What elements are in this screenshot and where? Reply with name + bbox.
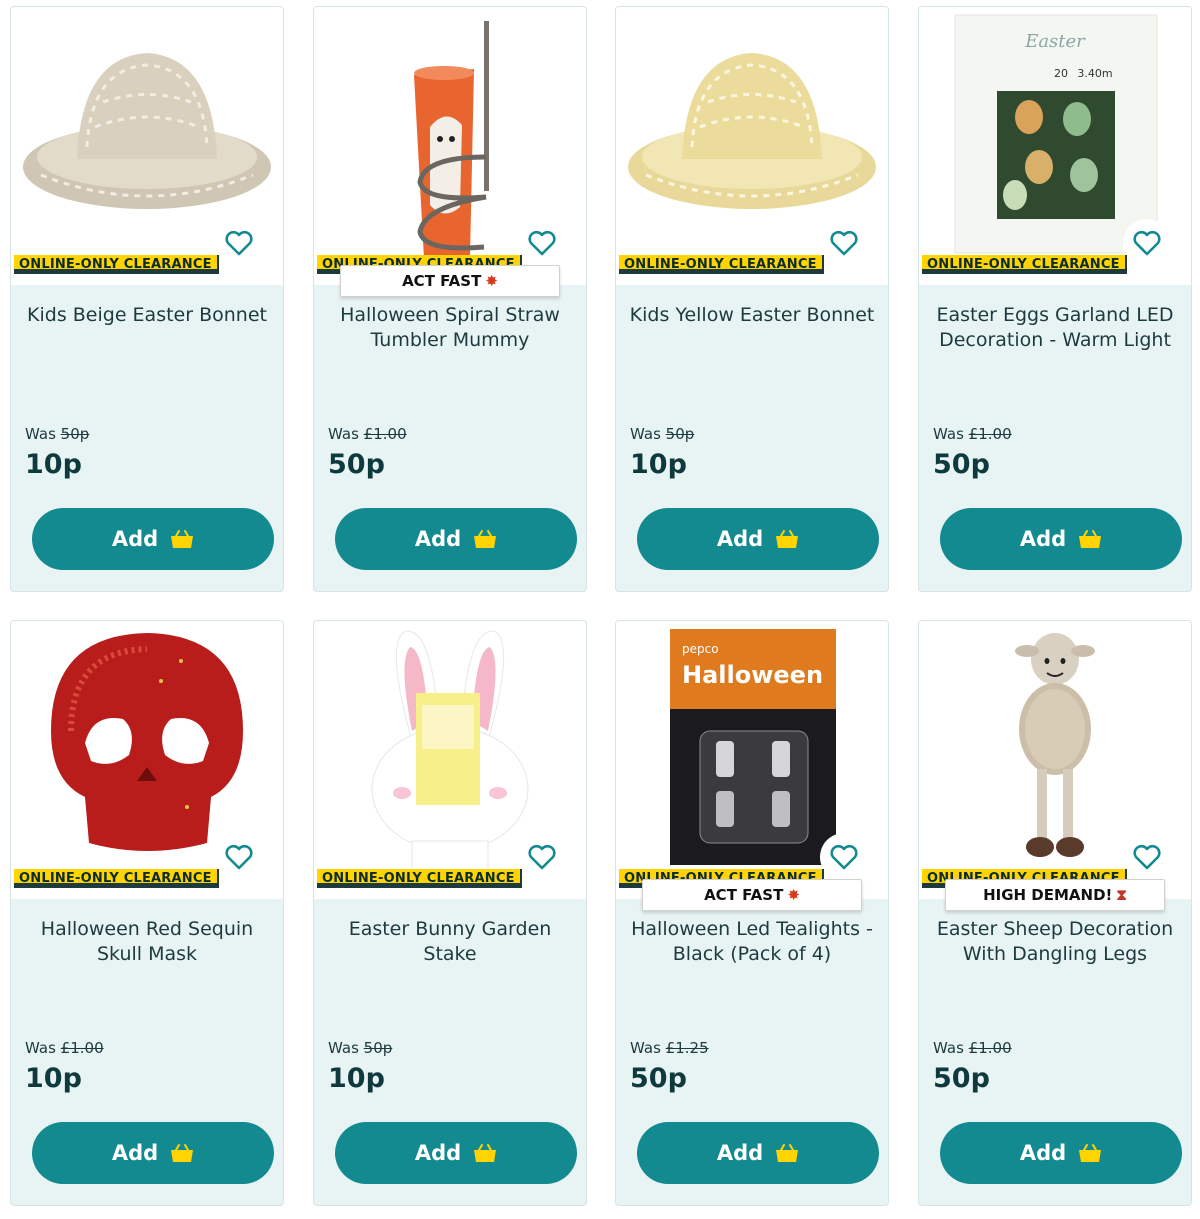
wishlist-heart-icon[interactable] <box>215 219 263 267</box>
add-to-basket-button[interactable]: Add <box>335 1122 577 1184</box>
product-image[interactable]: ONLINE-ONLY CLEARANCE <box>314 7 586 285</box>
product-image[interactable]: ONLINE-ONLY CLEARANCE <box>11 7 283 285</box>
was-price: Was 50p <box>328 1039 393 1057</box>
product-image[interactable]: ONLINE-ONLY CLEARANCE <box>314 621 586 899</box>
add-to-basket-button[interactable]: Add <box>335 508 577 570</box>
product-title[interactable]: Halloween Red Sequin Skull Mask <box>21 917 273 967</box>
basket-icon <box>1079 530 1102 548</box>
add-button-label: Add <box>1019 527 1067 551</box>
was-price: Was 50p <box>630 425 695 443</box>
product-image[interactable]: Easter 20 3.40m ONLINE-ONLY CLEARANCE <box>919 7 1191 285</box>
svg-text:Halloween: Halloween <box>682 661 823 689</box>
add-button-label: Add <box>414 527 462 551</box>
product-card[interactable]: ONLINE-ONLY CLEARANCE Easter Bunny Garde… <box>313 620 587 1206</box>
svg-text:pepco: pepco <box>682 642 719 656</box>
clearance-badge: ONLINE-ONLY CLEARANCE <box>922 255 1127 274</box>
product-card[interactable]: pepco Halloween ONLINE-ONLY CLEARANCE AC… <box>615 620 889 1206</box>
product-title[interactable]: Halloween Led Tealights - Black (Pack of… <box>626 917 878 967</box>
clearance-badge: ONLINE-ONLY CLEARANCE <box>14 255 219 274</box>
wishlist-heart-icon[interactable] <box>820 219 868 267</box>
urgency-tag: ACT FAST ✸ <box>642 879 862 911</box>
add-button-label: Add <box>414 1141 462 1165</box>
was-price: Was 50p <box>25 425 90 443</box>
product-title[interactable]: Easter Sheep Decoration With Dangling Le… <box>929 917 1181 967</box>
explosion-icon: ✸ <box>485 272 498 290</box>
product-card[interactable]: ONLINE-ONLY CLEARANCE HIGH DEMAND!⧗ East… <box>918 620 1192 1206</box>
current-price: 10p <box>25 449 82 480</box>
basket-icon <box>1079 1144 1102 1162</box>
wishlist-heart-icon[interactable] <box>820 833 868 881</box>
beige-bonnet-image <box>23 53 271 209</box>
was-price: Was £1.00 <box>25 1039 104 1057</box>
was-price: Was £1.25 <box>630 1039 709 1057</box>
clearance-badge: ONLINE-ONLY CLEARANCE <box>317 869 522 888</box>
product-image[interactable]: ONLINE-ONLY CLEARANCE <box>11 621 283 899</box>
current-price: 50p <box>328 449 385 480</box>
clearance-badge: ONLINE-ONLY CLEARANCE <box>14 869 219 888</box>
current-price: 10p <box>630 449 687 480</box>
add-to-basket-button[interactable]: Add <box>940 508 1182 570</box>
clearance-badge: ONLINE-ONLY CLEARANCE <box>619 255 824 274</box>
wishlist-heart-icon[interactable] <box>518 219 566 267</box>
basket-icon <box>474 1144 497 1162</box>
add-to-basket-button[interactable]: Add <box>32 1122 274 1184</box>
product-title[interactable]: Halloween Spiral Straw Tumbler Mummy <box>324 303 576 353</box>
product-title[interactable]: Easter Bunny Garden Stake <box>324 917 576 967</box>
product-image[interactable]: ONLINE-ONLY CLEARANCE <box>616 7 888 285</box>
add-button-label: Add <box>716 1141 764 1165</box>
yellow-bonnet-image <box>628 53 876 209</box>
product-grid: ONLINE-ONLY CLEARANCE Kids Beige Easter … <box>0 0 1200 1219</box>
add-button-label: Add <box>111 527 159 551</box>
current-price: 50p <box>933 1063 990 1094</box>
product-card[interactable]: ONLINE-ONLY CLEARANCE ACT FAST✸ Hallowee… <box>313 6 587 592</box>
add-button-label: Add <box>716 527 764 551</box>
urgency-tag: HIGH DEMAND! ⧗ <box>945 879 1165 911</box>
svg-text:3.40m: 3.40m <box>1077 67 1112 80</box>
product-card[interactable]: ONLINE-ONLY CLEARANCE Kids Beige Easter … <box>10 6 284 592</box>
wishlist-heart-icon[interactable] <box>1123 833 1171 881</box>
basket-icon <box>171 530 194 548</box>
add-to-basket-button[interactable]: Add <box>637 1122 879 1184</box>
product-card[interactable]: ONLINE-ONLY CLEARANCE Kids Yellow Easter… <box>615 6 889 592</box>
skull-mask-image <box>51 633 243 851</box>
current-price: 50p <box>933 449 990 480</box>
product-card[interactable]: ONLINE-ONLY CLEARANCE Halloween Red Sequ… <box>10 620 284 1206</box>
product-title[interactable]: Kids Yellow Easter Bonnet <box>626 303 878 328</box>
current-price: 10p <box>328 1063 385 1094</box>
wishlist-heart-icon[interactable] <box>215 833 263 881</box>
wishlist-heart-icon[interactable] <box>518 833 566 881</box>
product-title[interactable]: Kids Beige Easter Bonnet <box>21 303 273 328</box>
explosion-icon: ✸ <box>787 886 800 904</box>
urgency-tag: ACT FAST ✸ <box>340 265 560 297</box>
product-image[interactable]: pepco Halloween ONLINE-ONLY CLEARANCE <box>616 621 888 899</box>
wishlist-heart-icon[interactable] <box>1123 219 1171 267</box>
chart-up-icon: ⧗ <box>1116 886 1127 904</box>
product-card[interactable]: Easter 20 3.40m ONLINE-ONLY CLEARANCE Ea… <box>918 6 1192 592</box>
basket-icon <box>474 530 497 548</box>
add-button-label: Add <box>111 1141 159 1165</box>
add-to-basket-button[interactable]: Add <box>940 1122 1182 1184</box>
add-to-basket-button[interactable]: Add <box>32 508 274 570</box>
product-image[interactable]: ONLINE-ONLY CLEARANCE <box>919 621 1191 899</box>
add-to-basket-button[interactable]: Add <box>637 508 879 570</box>
basket-icon <box>171 1144 194 1162</box>
svg-text:20: 20 <box>1054 67 1068 80</box>
basket-icon <box>776 1144 799 1162</box>
was-price: Was £1.00 <box>328 425 407 443</box>
current-price: 10p <box>25 1063 82 1094</box>
was-price: Was £1.00 <box>933 1039 1012 1057</box>
basket-icon <box>776 530 799 548</box>
product-title[interactable]: Easter Eggs Garland LED Decoration - War… <box>929 303 1181 353</box>
add-button-label: Add <box>1019 1141 1067 1165</box>
svg-text:Easter: Easter <box>1024 31 1086 52</box>
was-price: Was £1.00 <box>933 425 1012 443</box>
current-price: 50p <box>630 1063 687 1094</box>
